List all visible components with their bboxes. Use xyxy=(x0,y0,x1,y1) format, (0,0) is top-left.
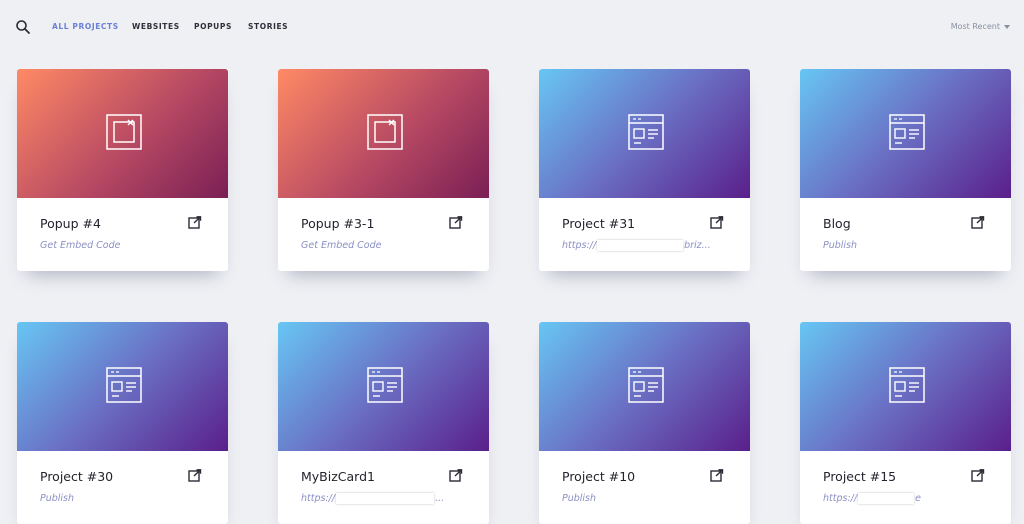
tab-popups[interactable]: POPUPS xyxy=(194,22,232,31)
external-link-icon xyxy=(971,469,985,482)
card-title[interactable]: Blog xyxy=(823,216,851,231)
card-title[interactable]: Popup #3-1 xyxy=(301,216,374,231)
project-card-project-15[interactable]: Project #15 https:// e xyxy=(800,322,1011,524)
external-link-icon xyxy=(710,216,724,229)
url-prefix: https:// xyxy=(823,493,858,504)
card-thumbnail[interactable] xyxy=(800,69,1011,198)
get-embed-code-link[interactable]: Get Embed Code xyxy=(40,240,120,251)
card-thumbnail[interactable] xyxy=(17,69,228,198)
publish-link[interactable]: Publish xyxy=(40,493,74,504)
sort-label: Most Recent xyxy=(950,22,1000,31)
external-link-icon xyxy=(449,216,463,229)
project-url-link[interactable]: https:// e xyxy=(823,493,921,504)
open-external-button[interactable] xyxy=(188,469,202,483)
website-layout-icon xyxy=(106,367,142,403)
redacted-url-mask xyxy=(858,493,915,504)
project-card-project-30[interactable]: Project #30 Publish xyxy=(17,322,228,524)
card-thumbnail[interactable] xyxy=(539,69,750,198)
project-card-project-10[interactable]: Project #10 Publish xyxy=(539,322,750,524)
external-link-icon xyxy=(188,469,202,482)
card-thumbnail[interactable] xyxy=(800,322,1011,451)
card-title[interactable]: Project #10 xyxy=(562,469,635,484)
card-title[interactable]: Project #30 xyxy=(40,469,113,484)
website-layout-icon xyxy=(889,114,925,150)
external-link-icon xyxy=(188,216,202,229)
open-external-button[interactable] xyxy=(449,216,463,230)
popup-window-icon xyxy=(367,114,403,150)
redacted-url-mask xyxy=(597,240,684,251)
card-thumbnail[interactable] xyxy=(278,322,489,451)
card-title[interactable]: Project #31 xyxy=(562,216,635,231)
project-card-project-31[interactable]: Project #31 https:// briz... xyxy=(539,69,750,271)
url-prefix: https:// xyxy=(301,493,336,504)
project-url-link[interactable]: https:// briz... xyxy=(562,240,711,251)
search-icon xyxy=(16,20,30,34)
tab-websites[interactable]: WEBSITES xyxy=(132,22,180,31)
project-card-mybizcard1[interactable]: MyBizCard1 https://... xyxy=(278,322,489,524)
top-bar: ALL PROJECTS WEBSITES POPUPS STORIES Mos… xyxy=(0,0,1024,52)
external-link-icon xyxy=(971,216,985,229)
website-layout-icon xyxy=(628,367,664,403)
open-external-button[interactable] xyxy=(971,469,985,483)
card-thumbnail[interactable] xyxy=(539,322,750,451)
website-layout-icon xyxy=(889,367,925,403)
project-url-link[interactable]: https://... xyxy=(301,493,444,504)
popup-window-icon xyxy=(106,114,142,150)
open-external-button[interactable] xyxy=(710,216,724,230)
url-suffix: briz... xyxy=(684,240,711,251)
url-suffix: ... xyxy=(435,493,445,504)
open-external-button[interactable] xyxy=(971,216,985,230)
get-embed-code-link[interactable]: Get Embed Code xyxy=(301,240,381,251)
publish-link[interactable]: Publish xyxy=(562,493,596,504)
card-title[interactable]: Popup #4 xyxy=(40,216,101,231)
redacted-url-mask xyxy=(336,493,435,504)
external-link-icon xyxy=(449,469,463,482)
open-external-button[interactable] xyxy=(188,216,202,230)
website-layout-icon xyxy=(628,114,664,150)
card-thumbnail[interactable] xyxy=(278,69,489,198)
caret-down-icon xyxy=(1004,24,1010,29)
project-card-blog[interactable]: Blog Publish xyxy=(800,69,1011,271)
website-layout-icon xyxy=(367,367,403,403)
card-title[interactable]: Project #15 xyxy=(823,469,896,484)
publish-link[interactable]: Publish xyxy=(823,240,857,251)
tab-all-projects[interactable]: ALL PROJECTS xyxy=(52,22,119,31)
project-card-popup-3-1[interactable]: Popup #3-1 Get Embed Code xyxy=(278,69,489,271)
open-external-button[interactable] xyxy=(710,469,724,483)
url-prefix: https:// xyxy=(562,240,597,251)
tab-stories[interactable]: STORIES xyxy=(248,22,288,31)
url-suffix: e xyxy=(915,493,921,504)
open-external-button[interactable] xyxy=(449,469,463,483)
search-button[interactable] xyxy=(15,19,31,35)
sort-dropdown[interactable]: Most Recent xyxy=(951,22,1010,31)
card-title[interactable]: MyBizCard1 xyxy=(301,469,375,484)
external-link-icon xyxy=(710,469,724,482)
project-card-popup-4[interactable]: Popup #4 Get Embed Code xyxy=(17,69,228,271)
card-thumbnail[interactable] xyxy=(17,322,228,451)
